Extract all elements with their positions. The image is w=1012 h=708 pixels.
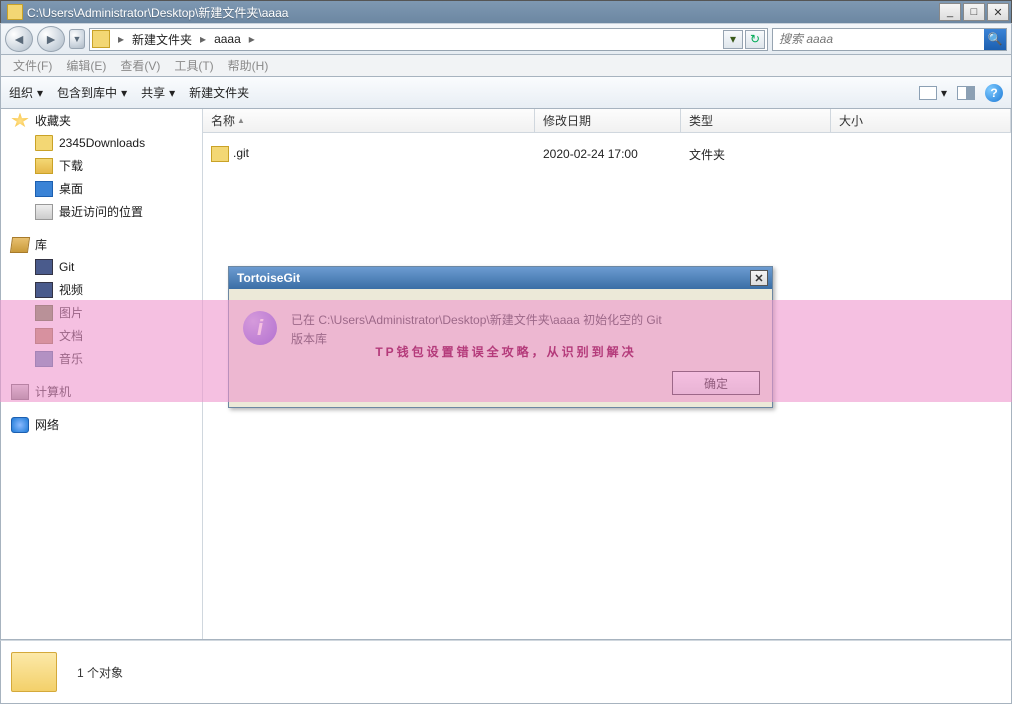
tortoisegit-dialog: TortoiseGit ✕ i 已在 C:\Users\Administrato…	[228, 266, 773, 408]
menu-file[interactable]: 文件(F)	[7, 55, 58, 76]
sidebar-item-downloads[interactable]: 下载	[1, 154, 202, 177]
dialog-title: TortoiseGit	[237, 271, 300, 285]
include-library-button[interactable]: 包含到库中▾	[57, 84, 127, 101]
forward-button[interactable]: ►	[37, 26, 65, 52]
col-type[interactable]: 类型	[681, 109, 831, 132]
new-folder-button[interactable]: 新建文件夹	[189, 84, 249, 101]
folder-icon	[7, 4, 23, 20]
folder-icon	[35, 135, 53, 151]
view-options-button[interactable]: ▾	[919, 86, 947, 100]
maximize-button[interactable]: □	[963, 3, 985, 21]
chevron-down-icon: ▾	[37, 86, 43, 100]
col-size[interactable]: 大小	[831, 109, 1011, 132]
pictures-icon	[35, 305, 53, 321]
refresh-button[interactable]: ↻	[745, 30, 765, 49]
documents-icon	[35, 328, 53, 344]
sidebar-computer[interactable]: 计算机	[1, 380, 202, 403]
chevron-right-icon[interactable]: ▸	[245, 30, 259, 48]
computer-icon	[11, 384, 29, 400]
sidebar: 收藏夹 2345Downloads 下载 桌面 最近访问的位置 库 Git 视频…	[1, 109, 203, 639]
sidebar-item-git[interactable]: Git	[1, 256, 202, 278]
menu-edit[interactable]: 编辑(E)	[60, 55, 112, 76]
search-box[interactable]: 🔍	[772, 28, 1007, 51]
sidebar-item-video[interactable]: 视频	[1, 278, 202, 301]
chevron-right-icon[interactable]: ▸	[114, 30, 128, 48]
address-bar[interactable]: ▸ 新建文件夹 ▸ aaaa ▸ ▾ ↻	[89, 28, 768, 51]
network-icon	[11, 417, 29, 433]
breadcrumb-item[interactable]: 新建文件夹	[128, 29, 196, 50]
sidebar-item-music[interactable]: 音乐	[1, 347, 202, 370]
search-button[interactable]: 🔍	[984, 29, 1006, 50]
folder-icon	[11, 652, 57, 692]
video-icon	[35, 282, 53, 298]
dialog-title-bar[interactable]: TortoiseGit ✕	[229, 267, 772, 289]
menu-tools[interactable]: 工具(T)	[168, 55, 219, 76]
toolbar: 组织▾ 包含到库中▾ 共享▾ 新建文件夹 ▾ ?	[0, 77, 1012, 109]
file-name: .git	[233, 146, 249, 160]
desktop-icon	[35, 181, 53, 197]
sidebar-item-2345downloads[interactable]: 2345Downloads	[1, 132, 202, 154]
breadcrumb-item[interactable]: aaaa	[210, 30, 245, 48]
chevron-down-icon: ▾	[169, 86, 175, 100]
minimize-button[interactable]: _	[939, 3, 961, 21]
info-icon: i	[243, 311, 277, 345]
nav-row: ◄ ► ▼ ▸ 新建文件夹 ▸ aaaa ▸ ▾ ↻ 🔍	[0, 23, 1012, 55]
search-input[interactable]	[773, 32, 984, 46]
music-icon	[35, 351, 53, 367]
chevron-right-icon[interactable]: ▸	[196, 30, 210, 48]
library-icon	[10, 237, 30, 253]
history-dropdown[interactable]: ▼	[69, 29, 85, 49]
sidebar-item-recent[interactable]: 最近访问的位置	[1, 200, 202, 223]
col-name[interactable]: 名称 ▲	[203, 109, 535, 132]
sidebar-item-pictures[interactable]: 图片	[1, 301, 202, 324]
sidebar-item-documents[interactable]: 文档	[1, 324, 202, 347]
help-icon[interactable]: ?	[985, 84, 1003, 102]
star-icon	[11, 113, 29, 129]
dialog-message: 已在 C:\Users\Administrator\Desktop\新建文件夹\…	[291, 311, 662, 349]
chevron-down-icon: ▾	[121, 86, 127, 100]
file-row[interactable]: .git 2020-02-24 17:00 文件夹	[203, 143, 1011, 165]
status-bar: 1 个对象	[0, 640, 1012, 704]
file-date: 2020-02-24 17:00	[535, 145, 681, 163]
share-button[interactable]: 共享▾	[141, 84, 175, 101]
preview-pane-button[interactable]	[957, 86, 975, 100]
file-type: 文件夹	[681, 144, 831, 165]
chevron-down-icon: ▾	[941, 86, 947, 100]
organize-button[interactable]: 组织▾	[9, 84, 43, 101]
sidebar-network[interactable]: 网络	[1, 413, 202, 436]
window-titlebar: C:\Users\Administrator\Desktop\新建文件夹\aaa…	[0, 0, 1012, 23]
ok-button[interactable]: 确定	[672, 371, 760, 395]
address-dropdown[interactable]: ▾	[723, 30, 743, 49]
download-icon	[35, 158, 53, 174]
close-button[interactable]: ✕	[987, 3, 1009, 21]
sidebar-item-desktop[interactable]: 桌面	[1, 177, 202, 200]
file-size	[831, 152, 1011, 156]
sort-asc-icon: ▲	[237, 116, 245, 125]
back-button[interactable]: ◄	[5, 26, 33, 52]
col-date[interactable]: 修改日期	[535, 109, 681, 132]
menu-view[interactable]: 查看(V)	[114, 55, 166, 76]
window-title: C:\Users\Administrator\Desktop\新建文件夹\aaa…	[27, 4, 937, 21]
menu-bar: 文件(F) 编辑(E) 查看(V) 工具(T) 帮助(H)	[0, 55, 1012, 77]
folder-icon	[92, 30, 110, 48]
recent-icon	[35, 204, 53, 220]
column-headers: 名称 ▲ 修改日期 类型 大小	[203, 109, 1011, 133]
folder-icon	[211, 146, 229, 162]
sidebar-libraries[interactable]: 库	[1, 233, 202, 256]
menu-help[interactable]: 帮助(H)	[222, 55, 275, 76]
git-icon	[35, 259, 53, 275]
status-text: 1 个对象	[77, 664, 123, 681]
sidebar-favorites[interactable]: 收藏夹	[1, 109, 202, 132]
dialog-close-button[interactable]: ✕	[750, 270, 768, 286]
